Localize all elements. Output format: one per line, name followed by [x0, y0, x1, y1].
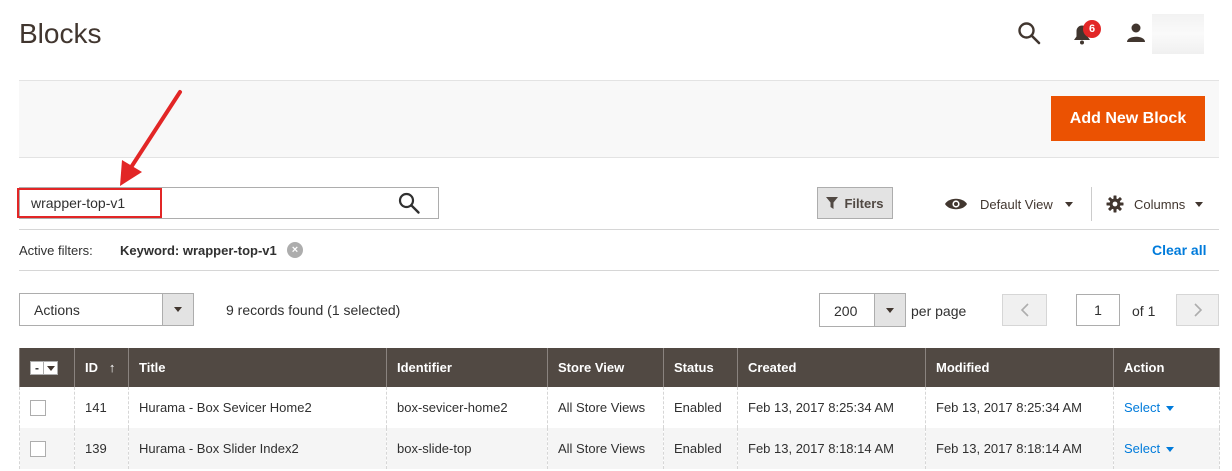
- row-action-label: Select: [1124, 441, 1161, 456]
- clear-all-link[interactable]: Clear all: [1152, 242, 1206, 258]
- chevron-down-icon: [46, 365, 55, 371]
- page-title: Blocks: [19, 18, 102, 49]
- sort-asc-icon: ↑: [108, 360, 116, 375]
- notification-count-badge[interactable]: 6: [1083, 20, 1101, 38]
- cell-action: Select: [1113, 387, 1220, 428]
- mass-select-control[interactable]: -: [30, 361, 58, 376]
- chevron-down-icon: [174, 307, 182, 312]
- gear-icon: [1106, 195, 1124, 213]
- column-header-id-label: ID: [85, 360, 98, 375]
- remove-filter-icon[interactable]: ×: [287, 242, 303, 258]
- column-header-title[interactable]: Title: [128, 348, 387, 387]
- filters-label: Filters: [844, 195, 884, 211]
- mass-actions-toggle[interactable]: [162, 294, 193, 325]
- annotation-arrow-icon: [120, 90, 182, 186]
- row-action-label: Select: [1124, 400, 1161, 415]
- chevron-down-icon: [886, 307, 894, 313]
- column-header-modified[interactable]: Modified: [925, 348, 1114, 387]
- filters-button[interactable]: Filters: [817, 187, 893, 219]
- page-actions-bar: [19, 80, 1219, 158]
- divider: [19, 229, 1219, 230]
- current-page-input[interactable]: [1076, 294, 1120, 326]
- table-row: 141 Hurama - Box Sevicer Home2 box-sevic…: [19, 387, 1220, 428]
- user-icon[interactable]: [1124, 20, 1148, 44]
- cell-title: Hurama - Box Slider Index2: [128, 428, 387, 469]
- cell-identifier: box-sevicer-home2: [386, 387, 548, 428]
- column-header-store-view[interactable]: Store View: [547, 348, 664, 387]
- cell-created: Feb 13, 2017 8:25:34 AM: [737, 387, 926, 428]
- mass-select-dropdown[interactable]: [44, 361, 58, 376]
- mass-actions-label: Actions: [34, 302, 80, 318]
- eye-icon: [945, 198, 967, 210]
- active-filters-label: Active filters:: [19, 243, 93, 258]
- previous-page-button[interactable]: [1002, 294, 1047, 326]
- column-header-id[interactable]: ID ↑: [74, 348, 129, 387]
- records-found-count: 9 records found (1 selected): [226, 302, 401, 318]
- per-page-value: 200: [834, 303, 858, 319]
- blocks-grid: - ID ↑ Title Identifier Store View Statu…: [19, 348, 1220, 469]
- keyword-search-icon[interactable]: [397, 191, 421, 215]
- per-page-toggle[interactable]: [874, 294, 905, 326]
- row-checkbox[interactable]: [30, 399, 46, 416]
- next-page-button[interactable]: [1176, 294, 1219, 326]
- active-filter-keyword: Keyword: wrapper-top-v1: [120, 243, 277, 258]
- grid-header-row: - ID ↑ Title Identifier Store View Statu…: [19, 348, 1220, 387]
- chevron-down-icon: [1064, 201, 1073, 207]
- cell-identifier: box-slide-top: [386, 428, 548, 469]
- view-label: Default View: [980, 196, 1053, 212]
- row-action-select[interactable]: Select: [1124, 400, 1175, 415]
- cell-action: Select: [1113, 428, 1220, 469]
- view-switcher[interactable]: Default View: [944, 192, 1073, 216]
- per-page-label: per page: [911, 303, 967, 319]
- row-action-select[interactable]: Select: [1124, 441, 1175, 456]
- chevron-right-icon: [1193, 303, 1202, 317]
- toolbar-divider: [1091, 187, 1092, 221]
- chevron-down-icon: [1166, 406, 1175, 412]
- total-pages-label: of 1: [1132, 303, 1156, 319]
- chevron-down-icon: [1166, 447, 1175, 453]
- cell-status: Enabled: [663, 387, 738, 428]
- mass-select-indicator: -: [30, 361, 44, 376]
- columns-control[interactable]: Columns: [1106, 192, 1204, 216]
- mass-select-header[interactable]: -: [19, 348, 75, 387]
- user-name-redacted[interactable]: [1152, 14, 1204, 54]
- cell-store-view: All Store Views: [547, 428, 664, 469]
- column-header-identifier[interactable]: Identifier: [386, 348, 548, 387]
- cell-created: Feb 13, 2017 8:18:14 AM: [737, 428, 926, 469]
- chevron-left-icon: [1020, 303, 1029, 317]
- table-row: 139 Hurama - Box Slider Index2 box-slide…: [19, 428, 1220, 469]
- cell-title: Hurama - Box Sevicer Home2: [128, 387, 387, 428]
- columns-label: Columns: [1134, 196, 1186, 212]
- cell-store-view: All Store Views: [547, 387, 664, 428]
- row-checkbox-cell: [19, 428, 75, 469]
- column-header-created[interactable]: Created: [737, 348, 926, 387]
- column-header-status[interactable]: Status: [663, 348, 738, 387]
- funnel-icon: [826, 197, 839, 209]
- row-checkbox[interactable]: [30, 440, 46, 457]
- cell-modified: Feb 13, 2017 8:18:14 AM: [925, 428, 1114, 469]
- cell-modified: Feb 13, 2017 8:25:34 AM: [925, 387, 1114, 428]
- cell-id: 139: [74, 428, 129, 469]
- column-header-action: Action: [1113, 348, 1220, 387]
- keyword-search-input[interactable]: [19, 187, 439, 219]
- divider: [19, 270, 1219, 271]
- cell-status: Enabled: [663, 428, 738, 469]
- row-checkbox-cell: [19, 387, 75, 428]
- cell-id: 141: [74, 387, 129, 428]
- search-icon[interactable]: [1016, 20, 1042, 46]
- chevron-down-icon: [1195, 201, 1204, 207]
- add-new-block-button[interactable]: Add New Block: [1051, 96, 1205, 141]
